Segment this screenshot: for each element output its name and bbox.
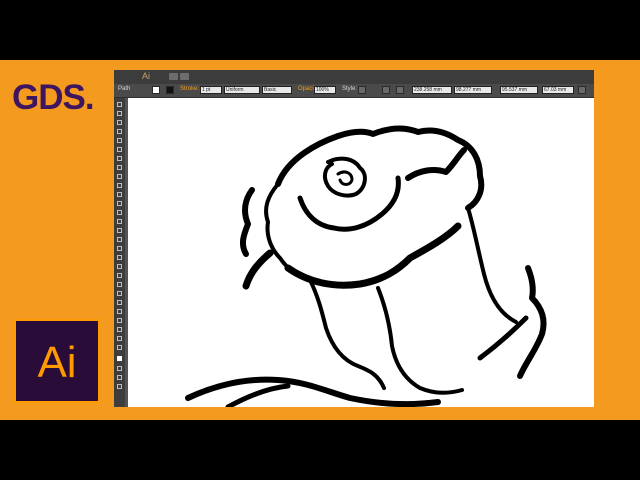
pen-tool-icon[interactable]: [117, 138, 122, 143]
rose-leaf-base-left: [225, 383, 291, 407]
width-tool-icon[interactable]: [117, 228, 122, 233]
rose-petal-bottom-center: [376, 286, 464, 395]
paintbrush-tool-icon[interactable]: [117, 174, 122, 179]
illustrator-window: Ai Path Stroke: 1 pt Uniform Basic Opaci…: [114, 70, 594, 407]
fill-stroke-swatch-icon[interactable]: [117, 356, 122, 361]
magic-wand-tool-icon[interactable]: [117, 120, 122, 125]
direct-selection-tool-icon[interactable]: [117, 111, 122, 116]
gds-logo: GDS.: [12, 78, 95, 117]
bridge-icon[interactable]: [169, 73, 178, 80]
rose-inner-swirl: [322, 156, 367, 198]
scale-tool-icon[interactable]: [117, 219, 122, 224]
draw-mode-icon[interactable]: [117, 375, 122, 380]
menu-bar: Ai: [114, 70, 594, 84]
swap-colors-icon[interactable]: [117, 366, 122, 371]
rectangle-tool-icon[interactable]: [117, 165, 122, 170]
blob-brush-tool-icon[interactable]: [117, 192, 122, 197]
rose-bud-outer-left: [239, 187, 255, 257]
illustrator-logo: Ai: [14, 319, 100, 403]
stroke-weight-field[interactable]: 1 pt: [200, 86, 222, 94]
selection-label: Path: [118, 86, 131, 92]
eyedropper-tool-icon[interactable]: [117, 282, 122, 287]
x-field[interactable]: 238.258 mm: [412, 86, 452, 94]
app-name: Ai: [142, 71, 151, 81]
rose-petal-middle: [297, 175, 401, 232]
tools-panel: [114, 98, 125, 407]
width-field[interactable]: 95.537 mm: [500, 86, 538, 94]
rose-bud-far-left: [242, 249, 274, 290]
height-field[interactable]: 67.03 mm: [542, 86, 574, 94]
line-tool-icon[interactable]: [117, 156, 122, 161]
rose-petal-bottom-left: [308, 278, 386, 390]
lasso-tool-icon[interactable]: [117, 129, 122, 134]
type-tool-icon[interactable]: [117, 147, 122, 152]
mesh-tool-icon[interactable]: [117, 264, 122, 269]
eraser-tool-icon[interactable]: [117, 201, 122, 206]
artboard-canvas[interactable]: [128, 98, 594, 407]
fill-swatch-icon[interactable]: [152, 86, 160, 94]
stroke-label[interactable]: Stroke:: [180, 86, 199, 92]
rose-center-curl: [336, 170, 354, 186]
style-label: Style:: [342, 86, 358, 92]
control-bar: Path Stroke: 1 pt Uniform Basic Opacity:…: [114, 84, 594, 98]
zoom-tool-icon[interactable]: [117, 345, 122, 350]
graphic-style-icon[interactable]: [358, 86, 366, 94]
rotate-tool-icon[interactable]: [117, 210, 122, 215]
screen-mode-icon[interactable]: [117, 384, 122, 389]
rose-petal-lower-band: [284, 222, 462, 289]
symbol-sprayer-tool-icon[interactable]: [117, 300, 122, 305]
perspective-grid-tool-icon[interactable]: [117, 255, 122, 260]
reference-point-icon[interactable]: [396, 86, 404, 94]
y-field[interactable]: 98.277 mm: [454, 86, 492, 94]
shape-builder-tool-icon[interactable]: [117, 246, 122, 251]
hand-tool-icon[interactable]: [117, 336, 122, 341]
rose-petal-right-side: [466, 206, 518, 324]
column-graph-tool-icon[interactable]: [117, 309, 122, 314]
transform-options-icon[interactable]: [578, 86, 586, 94]
blend-tool-icon[interactable]: [117, 291, 122, 296]
rose-stem-curve: [477, 315, 529, 361]
opacity-field[interactable]: 100%: [314, 86, 336, 94]
variable-width-profile-select[interactable]: Uniform: [224, 86, 260, 94]
free-transform-tool-icon[interactable]: [117, 237, 122, 242]
top-letterbox: [0, 0, 640, 60]
gradient-tool-icon[interactable]: [117, 273, 122, 278]
brush-definition-select[interactable]: Basic: [262, 86, 292, 94]
align-icon[interactable]: [382, 86, 390, 94]
rose-line-drawing[interactable]: [128, 98, 594, 407]
slice-tool-icon[interactable]: [117, 327, 122, 332]
selection-tool-icon[interactable]: [117, 102, 122, 107]
artboard-tool-icon[interactable]: [117, 318, 122, 323]
pencil-tool-icon[interactable]: [117, 183, 122, 188]
bottom-letterbox: [0, 420, 640, 480]
rose-petal-right-fold: [405, 147, 467, 181]
rose-leaf-base: [185, 376, 441, 407]
arrange-documents-icon[interactable]: [180, 73, 189, 80]
stroke-swatch-icon[interactable]: [166, 86, 174, 94]
